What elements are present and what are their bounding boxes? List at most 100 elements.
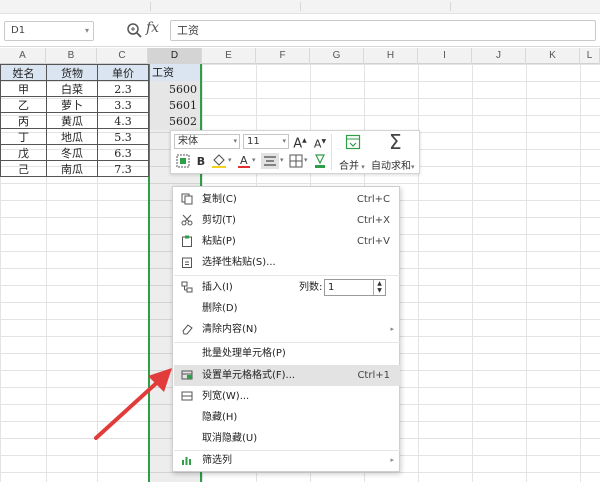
fill-color-icon[interactable] (211, 154, 227, 168)
menu-item-hide[interactable]: 隐藏(H) (174, 407, 400, 428)
table-cell[interactable]: 萝卜 (46, 96, 98, 113)
font-size-select[interactable]: 11 ▾ (243, 134, 289, 149)
chevron-down-icon[interactable]: ▾ (85, 22, 89, 40)
columns-count-input[interactable]: 1 ▲ ▼ (324, 279, 386, 296)
menu-item-paste[interactable]: 粘贴(P) Ctrl+V (174, 231, 400, 252)
font-color-icon[interactable]: A (237, 154, 251, 168)
chevron-down-icon[interactable]: ▾ (280, 156, 284, 164)
menu-item-format-cells[interactable]: 设置单元格格式(F)... Ctrl+1 (174, 365, 400, 386)
column-header[interactable]: J (472, 48, 526, 64)
table-cell[interactable]: 冬瓜 (46, 144, 98, 161)
menu-item-column-width[interactable]: 列宽(W)... (174, 386, 400, 407)
font-name-value: 宋体 (178, 136, 198, 147)
merge-button[interactable]: 合并 ▾ (339, 157, 365, 172)
column-header[interactable]: L (580, 48, 600, 64)
menu-item-label: 取消隐藏(U) (202, 433, 258, 444)
chevron-down-icon[interactable]: ▾ (304, 156, 308, 164)
autosum-label: 自动求和 (371, 161, 411, 172)
toolbar-divider (331, 134, 332, 170)
menu-item-label: 列宽(W)... (202, 391, 250, 402)
sigma-icon[interactable]: Σ (389, 131, 402, 153)
chevron-down-icon[interactable]: ▾ (282, 135, 286, 148)
align-center-icon[interactable] (261, 153, 279, 169)
menu-item-batch-process[interactable]: 批量处理单元格(P) (174, 343, 400, 364)
table-header-cell[interactable]: 单价 (97, 64, 149, 81)
shrink-font-button[interactable]: A▼ (313, 133, 327, 151)
merge-label: 合并 (339, 161, 359, 172)
column-header-selected[interactable]: D (148, 48, 202, 64)
table-header-cell[interactable]: 货物 (46, 64, 98, 81)
menu-item-insert[interactable]: 插入(I) 列数: 1 ▲ ▼ (174, 277, 400, 298)
table-cell[interactable]: 白菜 (46, 80, 98, 97)
bold-button[interactable]: B (195, 153, 207, 171)
table-cell[interactable]: 丁 (0, 128, 47, 145)
context-menu: 复制(C) Ctrl+C 剪切(T) Ctrl+X 粘贴(P) Ctrl+V 选… (172, 186, 400, 472)
table-cell[interactable]: 丙 (0, 112, 47, 129)
filter-column-icon (182, 457, 191, 465)
table-cell[interactable]: 6.3 (97, 144, 149, 161)
column-header[interactable]: F (256, 48, 310, 64)
merge-icon[interactable] (345, 134, 361, 150)
table-cell[interactable]: 甲 (0, 80, 47, 97)
column-header[interactable]: A (0, 48, 46, 64)
name-box-value: D1 (11, 25, 26, 36)
chevron-down-icon[interactable]: ▾ (252, 156, 256, 164)
column-header[interactable]: G (310, 48, 364, 64)
table-header-cell[interactable]: 姓名 (0, 64, 47, 81)
table-cell[interactable]: 3.3 (97, 96, 149, 113)
menu-item-paste-special[interactable]: 选择性粘贴(S)... (174, 252, 400, 273)
menu-item-filter-column[interactable]: 筛选列 ▸ (174, 450, 400, 471)
font-name-select[interactable]: 宋体 ▾ (174, 134, 240, 149)
formula-input[interactable]: 工资 (170, 20, 596, 41)
menu-item-clear-contents[interactable]: 清除内容(N) ▸ (174, 319, 400, 340)
menu-item-shortcut: Ctrl+C (356, 194, 390, 205)
table-cell[interactable]: 戊 (0, 144, 47, 161)
menu-item-copy[interactable]: 复制(C) Ctrl+C (174, 189, 400, 210)
menu-item-unhide[interactable]: 取消隐藏(U) (174, 428, 400, 449)
grow-font-button[interactable]: A▲ (293, 132, 307, 151)
table-cell[interactable]: 7.3 (97, 160, 149, 177)
table-cell[interactable]: 5602 (150, 113, 200, 130)
column-header[interactable]: I (418, 48, 472, 64)
chevron-down-icon[interactable]: ▾ (233, 135, 237, 148)
menu-item-label: 插入(I) (202, 282, 233, 293)
borders-icon[interactable] (289, 154, 303, 168)
menu-item-label: 复制(C) (202, 194, 237, 205)
autosum-button[interactable]: 自动求和▾ (371, 157, 415, 172)
top-strip (0, 0, 600, 14)
columns-count-value: 1 (328, 282, 335, 293)
insert-icon (181, 281, 193, 293)
table-cell[interactable]: 5.3 (97, 128, 149, 145)
columns-count-stepper[interactable]: ▲ ▼ (373, 280, 385, 295)
column-header[interactable]: K (526, 48, 580, 64)
table-header-cell-selected[interactable]: 工资 (150, 64, 200, 81)
menu-item-label: 设置单元格格式(F)... (202, 370, 296, 381)
table-cell[interactable]: 己 (0, 160, 47, 177)
menu-item-shortcut: Ctrl+X (356, 215, 390, 226)
menu-item-label: 清除内容(N) (202, 324, 258, 335)
clear-format-icon[interactable] (313, 153, 327, 169)
table-cell[interactable]: 黄瓜 (46, 112, 98, 129)
table-cell[interactable]: 乙 (0, 96, 47, 113)
column-header[interactable]: H (364, 48, 418, 64)
column-header[interactable]: B (46, 48, 97, 64)
column-header[interactable]: C (97, 48, 148, 64)
chevron-down-icon[interactable]: ▾ (228, 156, 232, 164)
table-cell[interactable]: 5600 (150, 81, 200, 98)
grid-line (472, 64, 473, 482)
table-cell[interactable]: 2.3 (97, 80, 149, 97)
menu-item-delete[interactable]: 删除(D) (174, 298, 400, 319)
strip-separator (450, 2, 451, 11)
table-cell[interactable]: 南瓜 (46, 160, 98, 177)
table-cell[interactable]: 地瓜 (46, 128, 98, 145)
fx-icon[interactable]: fx (146, 20, 159, 36)
table-cell[interactable]: 4.3 (97, 112, 149, 129)
scissors-icon (181, 214, 193, 226)
format-painter-icon[interactable] (176, 154, 190, 168)
table-cell[interactable]: 5601 (150, 97, 200, 114)
column-header[interactable]: E (202, 48, 256, 64)
menu-item-cut[interactable]: 剪切(T) Ctrl+X (174, 210, 400, 231)
name-box[interactable]: D1 ▾ (4, 21, 94, 41)
zoom-icon[interactable] (126, 22, 142, 38)
paste-icon (182, 235, 192, 247)
